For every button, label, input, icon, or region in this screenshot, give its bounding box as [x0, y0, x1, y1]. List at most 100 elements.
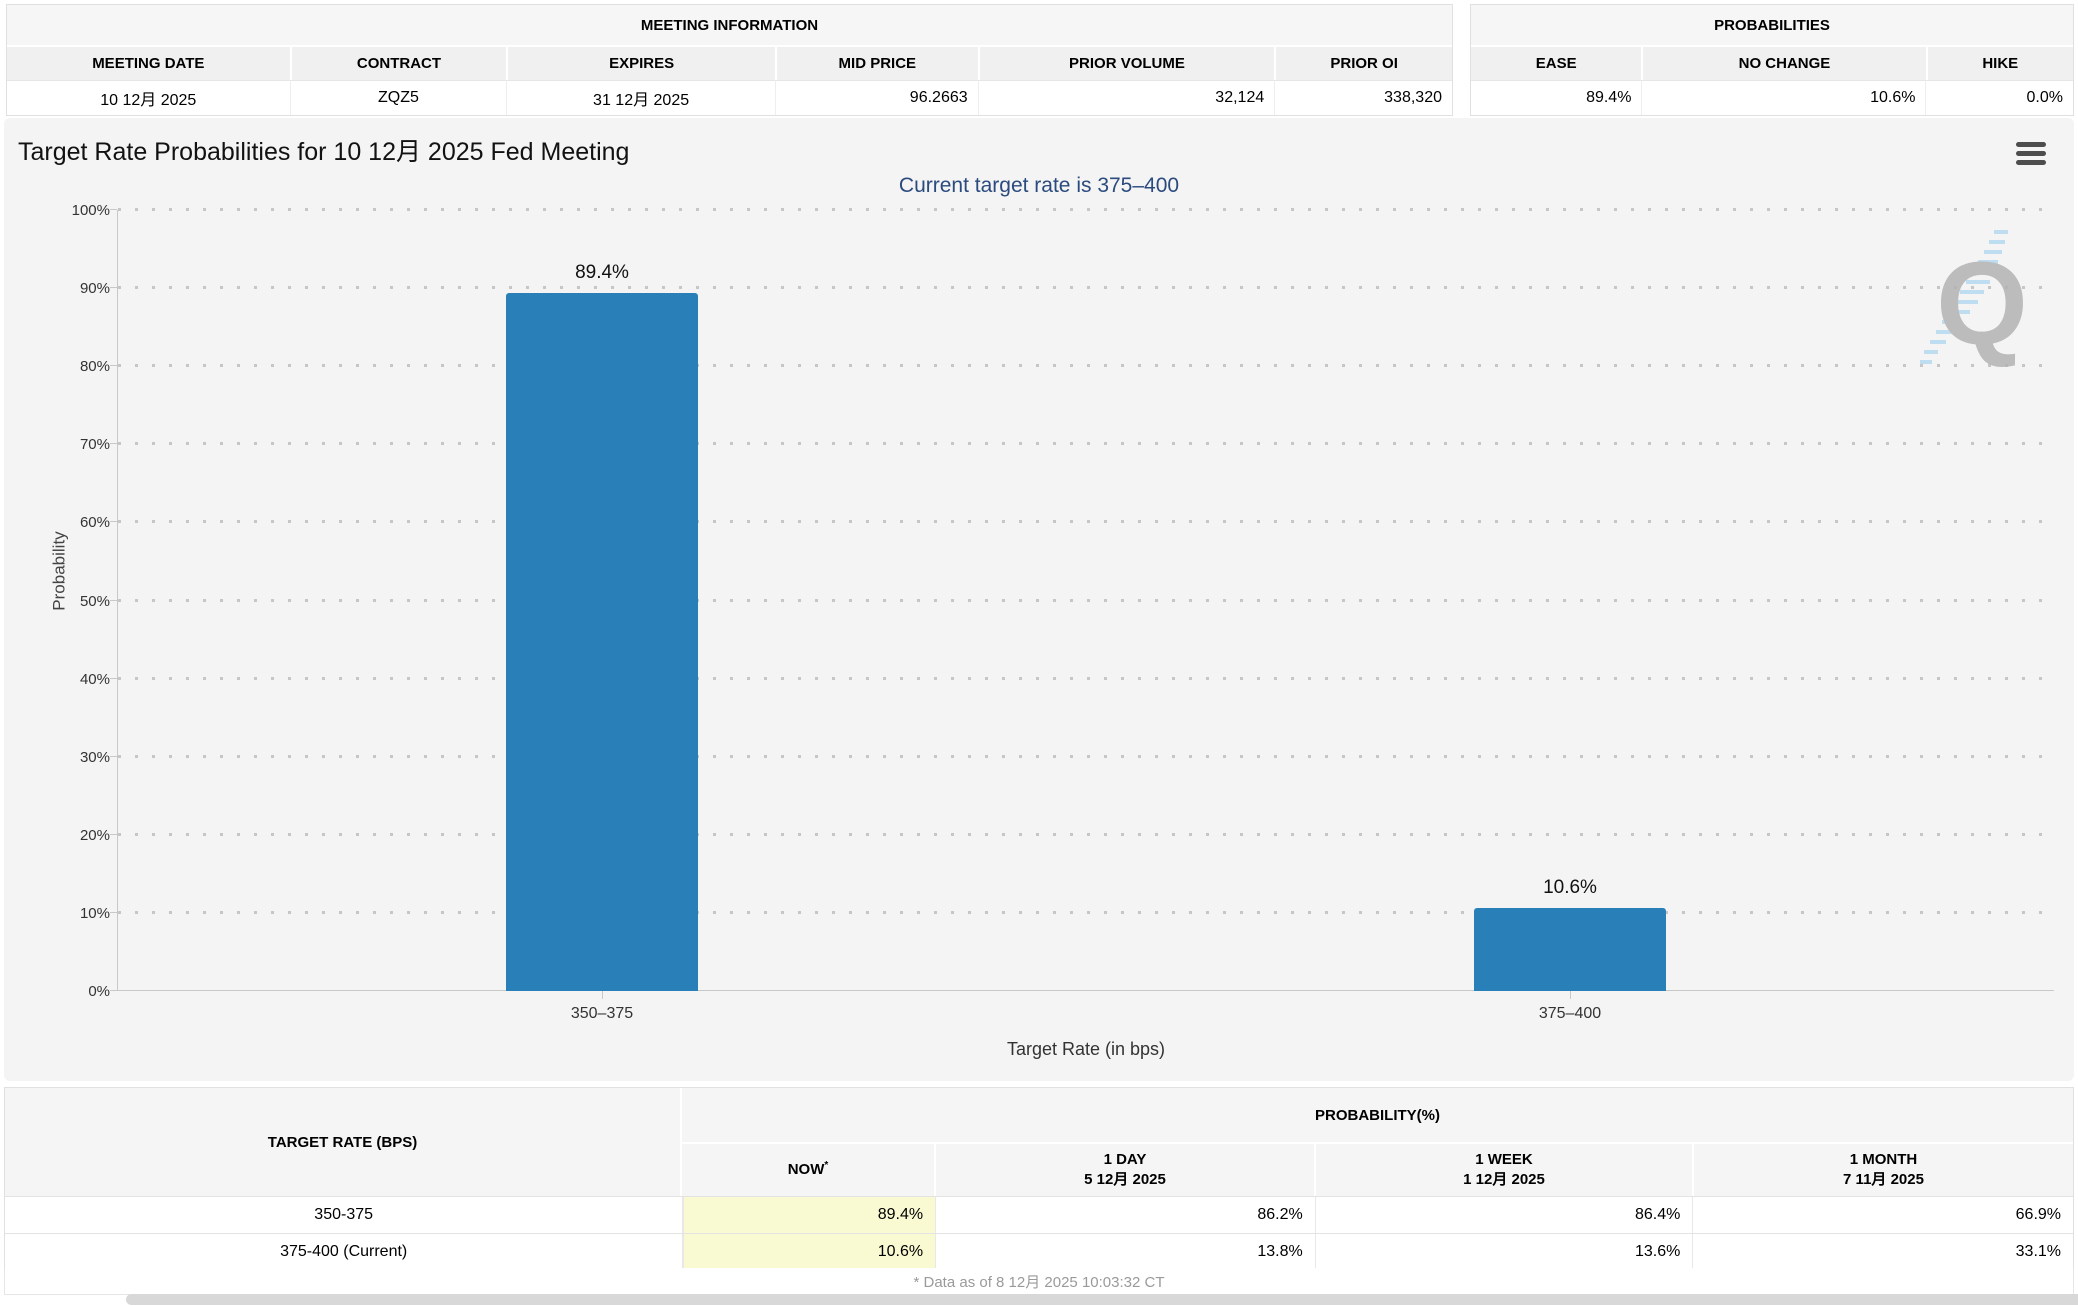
- meeting-information-table: MEETING INFORMATION MEETING DATE CONTRAC…: [6, 4, 1453, 116]
- now-cell: 89.4%: [683, 1197, 936, 1233]
- week-cell: 86.4%: [1314, 1197, 1693, 1233]
- x-axis-line: [118, 990, 2054, 991]
- y-axis-tick-label: 70%: [79, 436, 110, 454]
- col-header-prior-oi: PRIOR OI: [1274, 47, 1452, 80]
- col-header-prior-volume: PRIOR VOLUME: [977, 47, 1275, 80]
- meeting-information-title: MEETING INFORMATION: [7, 5, 1452, 47]
- col-header-1-week: 1 WEEK 1 12月 2025: [1314, 1144, 1692, 1196]
- quikstrike-watermark-icon: Q: [1920, 230, 2028, 370]
- y-axis-tick: [110, 990, 117, 991]
- watermark-q-letter: Q: [1936, 238, 2028, 370]
- gridline: [118, 676, 2054, 680]
- x-axis-title: Target Rate (in bps): [1006, 1039, 1166, 1059]
- gridline: [118, 754, 2054, 758]
- col-header-expires: EXPIRES: [506, 47, 775, 80]
- col-header-contract: CONTRACT: [289, 47, 507, 80]
- now-cell: 10.6%: [683, 1234, 936, 1270]
- probability-column-headers: NOW* 1 DAY 5 12月 2025 1 WEEK 1 12月 2025 …: [682, 1144, 2073, 1196]
- now-asterisk: *: [824, 1160, 829, 1172]
- y-axis-tick: [110, 677, 117, 679]
- hike-value: 0.0%: [1925, 80, 2073, 115]
- month-cell: 66.9%: [1692, 1197, 2073, 1233]
- probability-bar[interactable]: [1474, 908, 1666, 991]
- y-axis-tick: [110, 443, 117, 445]
- chart-title: Target Rate Probabilities for 10 12月 202…: [18, 138, 630, 166]
- col-header-no-change: NO CHANGE: [1641, 47, 1926, 80]
- y-axis-tick: [110, 209, 117, 210]
- y-axis-tick-label: 0%: [88, 983, 110, 1000]
- meeting-information-header-row: MEETING DATE CONTRACT EXPIRES MID PRICE …: [7, 47, 1452, 80]
- meeting-information-value-row: 10 12月 2025 ZQZ5 31 12月 2025 96.2663 32,…: [7, 80, 1452, 115]
- probabilities-summary-table: PROBABILITIES EASE NO CHANGE HIKE 89.4% …: [1470, 4, 2074, 116]
- y-axis-tick-label: 90%: [79, 280, 110, 298]
- day-cell: 13.8%: [935, 1234, 1315, 1270]
- mid-price-value: 96.2663: [774, 80, 978, 115]
- month-cell: 33.1%: [1692, 1234, 2073, 1270]
- y-axis-tick-label: 20%: [79, 826, 110, 844]
- x-axis-tick: [602, 991, 603, 999]
- rate-cell: 375-400 (Current): [5, 1234, 684, 1270]
- gridline: [118, 598, 2054, 602]
- gridline: [118, 442, 2054, 446]
- y-axis-tick-label: 40%: [79, 670, 110, 688]
- x-axis-category-label: 350–375: [570, 1005, 634, 1022]
- gridline: [118, 286, 2054, 290]
- ease-value: 89.4%: [1471, 80, 1642, 115]
- x-axis-tick: [1570, 991, 1571, 999]
- col-header-hike: HIKE: [1925, 47, 2074, 80]
- chart-menu-hamburger-icon[interactable]: [2016, 142, 2046, 165]
- y-axis-tick-label: 10%: [79, 904, 110, 922]
- y-axis-tick: [110, 599, 117, 601]
- probability-group-header: PROBABILITY(%): [682, 1088, 2073, 1144]
- prior-oi-value: 338,320: [1274, 80, 1452, 115]
- y-axis-tick-label: 30%: [79, 748, 110, 766]
- y-axis-tick: [110, 755, 117, 757]
- data-as-of-footnote: * Data as of 8 12月 2025 10:03:32 CT: [4, 1268, 2074, 1295]
- gridline: [118, 910, 2054, 914]
- col-header-meeting-date: MEETING DATE: [7, 47, 290, 80]
- prior-volume-value: 32,124: [977, 80, 1275, 115]
- table-row-375-400-current: 375-400 (Current) 10.6% 13.8% 13.6% 33.1…: [5, 1233, 2073, 1270]
- horizontal-scrollbar[interactable]: [126, 1294, 2078, 1305]
- col-header-now: NOW*: [682, 1144, 934, 1196]
- probability-detail-table: TARGET RATE (BPS) PROBABILITY(%) NOW* 1 …: [4, 1087, 2074, 1271]
- meeting-date-value: 10 12月 2025: [7, 80, 290, 115]
- target-rate-chart-panel: Target Rate Probabilities for 10 12月 202…: [4, 118, 2074, 1081]
- col-header-1-day: 1 DAY 5 12月 2025: [934, 1144, 1314, 1196]
- y-axis-title-wrap: Probability: [10, 501, 69, 621]
- y-axis-tick: [110, 365, 117, 367]
- probabilities-value-row: 89.4% 10.6% 0.0%: [1471, 80, 2073, 115]
- gridline: [118, 364, 2054, 368]
- y-axis-tick-label: 100%: [71, 202, 110, 219]
- target-rate-bps-header: TARGET RATE (BPS): [5, 1088, 682, 1196]
- chart-subtitle: Current target rate is 375–400: [898, 174, 1180, 197]
- y-axis-tick-label: 50%: [79, 592, 110, 610]
- y-axis-labels: 0% 10% 20% 30% 40% 50% 60% 70% 80% 90% 100%: [34, 202, 110, 1000]
- gridline: [118, 208, 2054, 211]
- rate-cell: 350-375: [5, 1197, 684, 1233]
- bar-value-label: 89.4%: [575, 261, 629, 283]
- expires-value: 31 12月 2025: [506, 80, 775, 115]
- col-header-1-month: 1 MONTH 7 11月 2025: [1692, 1144, 2073, 1196]
- day-cell: 86.2%: [935, 1197, 1315, 1233]
- col-header-mid-price: MID PRICE: [774, 47, 978, 80]
- x-axis-category-label: 375–400: [1538, 1005, 1602, 1022]
- gridline: [118, 520, 2054, 524]
- y-axis-tick: [110, 833, 117, 835]
- probabilities-header-row: EASE NO CHANGE HIKE: [1471, 47, 2074, 80]
- y-axis-tick: [110, 911, 117, 913]
- table-row-350-375: 350-375 89.4% 86.2% 86.4% 66.9%: [5, 1196, 2073, 1233]
- probabilities-title: PROBABILITIES: [1471, 5, 2073, 47]
- no-change-value: 10.6%: [1641, 80, 1926, 115]
- gridline: [118, 832, 2054, 836]
- probability-bar[interactable]: [506, 292, 698, 991]
- col-header-ease: EASE: [1471, 47, 1642, 80]
- contract-value: ZQZ5: [289, 80, 507, 115]
- y-axis-tick: [110, 287, 117, 289]
- plot-area: 0% 10% 20% 30% 40% 50% 60% 70% 80% 90% 100% Target…: [72, 202, 2054, 1059]
- bar-value-label: 10.6%: [1543, 877, 1597, 899]
- y-axis-tick: [110, 521, 117, 523]
- week-cell: 13.6%: [1314, 1234, 1693, 1270]
- y-axis-tick-label: 80%: [79, 358, 110, 376]
- y-axis-tick-label: 60%: [79, 514, 110, 532]
